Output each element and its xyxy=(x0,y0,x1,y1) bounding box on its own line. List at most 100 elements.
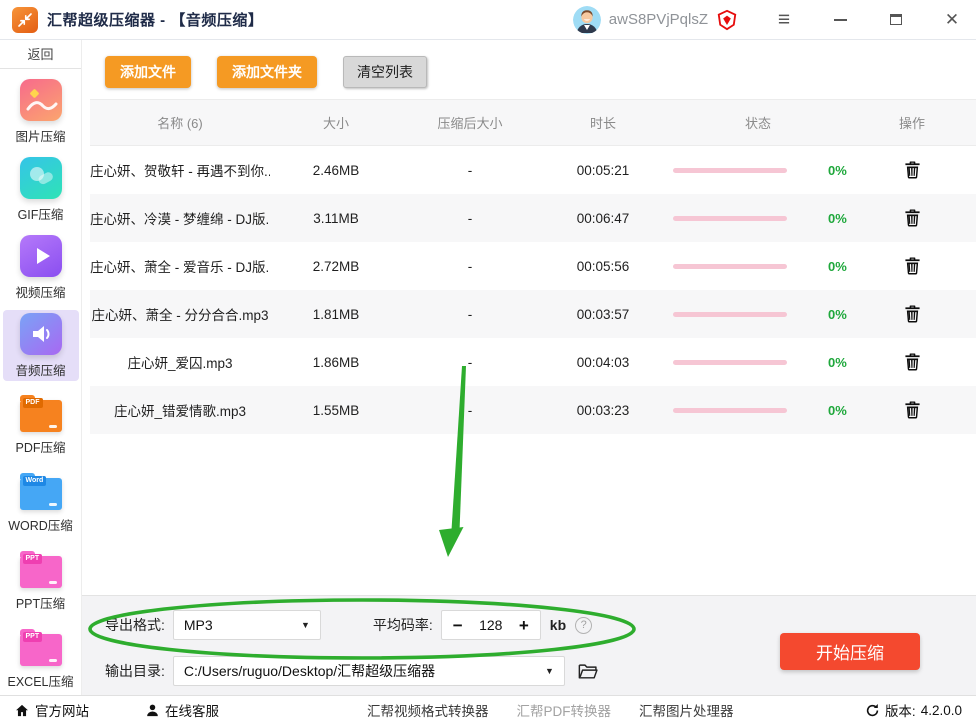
status-cell: 0% xyxy=(668,307,848,322)
image-processor-link[interactable]: 汇帮图片处理器 xyxy=(639,700,734,720)
sidebar-item-word-compress[interactable]: Word WORD压缩 xyxy=(3,466,79,537)
compressed-size: - xyxy=(467,162,473,178)
delete-button[interactable] xyxy=(904,400,921,420)
delete-button[interactable] xyxy=(904,160,921,180)
sidebar-item-video-compress[interactable]: 视频压缩 xyxy=(3,232,79,303)
sidebar-item-audio-compress[interactable]: 音频压缩 xyxy=(2,310,79,381)
file-size: 1.86MB xyxy=(312,354,360,370)
progress-bar xyxy=(673,311,787,317)
file-name: 庄心妍、萧全 - 爱音乐 - DJ版.... xyxy=(90,260,270,275)
trash-icon xyxy=(904,257,920,275)
maximize-button[interactable] xyxy=(886,10,906,30)
refresh-icon[interactable] xyxy=(865,703,880,718)
file-size: 2.72MB xyxy=(312,258,360,274)
table-row[interactable]: 庄心妍、贺敬轩 - 再遇不到你... 2.46MB - 00:05:21 0% xyxy=(90,146,976,194)
bitrate-plus-button[interactable]: + xyxy=(519,617,529,634)
clear-list-button[interactable]: 清空列表 xyxy=(343,56,427,88)
online-support-link[interactable]: 在线客服 xyxy=(145,700,219,720)
delete-button[interactable] xyxy=(904,352,921,372)
status-cell: 0% xyxy=(668,403,848,418)
col-header-compressed[interactable]: 压缩后大小 xyxy=(402,113,538,132)
export-format-select[interactable]: MP3 ▼ xyxy=(172,610,321,640)
progress-bar xyxy=(673,215,787,221)
output-dir-value: C:/Users/ruguo/Desktop/汇帮超级压缩器 xyxy=(183,663,436,679)
minimize-icon xyxy=(833,18,847,21)
progress-percent: 0% xyxy=(828,258,847,274)
output-dir-select[interactable]: C:/Users/ruguo/Desktop/汇帮超级压缩器 ▼ xyxy=(172,656,565,686)
table-row[interactable]: 庄心妍_爱囚.mp3 1.86MB - 00:04:03 0% xyxy=(90,338,976,386)
table-row[interactable]: 庄心妍、萧全 - 分分合合.mp3 1.81MB - 00:03:57 0% xyxy=(90,290,976,338)
user-avatar[interactable] xyxy=(572,5,601,34)
delete-button[interactable] xyxy=(904,208,921,228)
file-size: 1.81MB xyxy=(312,306,360,322)
bitrate-value[interactable]: 128 xyxy=(479,617,502,633)
compressed-size: - xyxy=(467,402,473,418)
status-cell: 0% xyxy=(668,163,848,178)
col-header-size[interactable]: 大小 xyxy=(270,113,402,132)
help-icon[interactable]: ? xyxy=(575,616,593,634)
file-table-body: 庄心妍、贺敬轩 - 再遇不到你... 2.46MB - 00:05:21 0% … xyxy=(90,146,976,434)
titlebar: 汇帮超级压缩器 - 【音频压缩】 awS8PVjPqlsZ ≡ ✕ xyxy=(0,0,976,40)
file-name: 庄心妍、贺敬轩 - 再遇不到你... xyxy=(90,164,270,179)
pdf-converter-link[interactable]: 汇帮PDF转换器 xyxy=(517,700,612,720)
sidebar-item-pdf-compress[interactable]: PDF PDF压缩 xyxy=(3,388,79,459)
file-duration: 00:06:47 xyxy=(576,210,630,226)
back-button[interactable]: 返回 xyxy=(0,40,81,69)
progress-percent: 0% xyxy=(828,306,847,322)
excel-folder-icon: PPT xyxy=(19,629,62,666)
video-compress-icon xyxy=(19,234,62,277)
table-row[interactable]: 庄心妍、萧全 - 爱音乐 - DJ版.... 2.72MB - 00:05:56… xyxy=(90,242,976,290)
col-header-status[interactable]: 状态 xyxy=(668,113,848,132)
action-cell xyxy=(848,256,976,276)
file-name: 庄心妍_爱囚.mp3 xyxy=(127,356,233,371)
file-size: 2.46MB xyxy=(312,162,360,178)
table-row[interactable]: 庄心妍、冷漠 - 梦缠绵 - DJ版.... 3.11MB - 00:06:47… xyxy=(90,194,976,242)
audio-compress-icon xyxy=(19,312,62,355)
delete-button[interactable] xyxy=(904,304,921,324)
bitrate-unit: kb xyxy=(549,617,567,633)
version-info: 版本: 4.2.0.0 xyxy=(865,700,962,720)
official-site-link[interactable]: 官方网站 xyxy=(14,700,89,720)
progress-percent: 0% xyxy=(828,402,847,418)
close-button[interactable]: ✕ xyxy=(942,10,962,30)
sidebar-item-excel-compress[interactable]: PPT EXCEL压缩 xyxy=(3,622,79,693)
file-name: 庄心妍_错爱情歌.mp3 xyxy=(113,404,247,419)
file-name: 庄心妍、冷漠 - 梦缠绵 - DJ版.... xyxy=(90,212,270,227)
progress-bar xyxy=(673,359,787,365)
vip-badge-icon[interactable] xyxy=(716,9,738,31)
browse-folder-button[interactable] xyxy=(577,661,599,681)
menu-button[interactable]: ≡ xyxy=(774,9,794,30)
app-window: 汇帮超级压缩器 - 【音频压缩】 awS8PVjPqlsZ ≡ ✕ 返回 图片压… xyxy=(0,0,976,724)
trash-icon xyxy=(904,209,920,227)
sidebar-item-ppt-compress[interactable]: PPT PPT压缩 xyxy=(3,544,79,615)
progress-bar xyxy=(673,263,787,269)
file-duration: 00:05:21 xyxy=(576,162,630,178)
bitrate-stepper: − 128 + xyxy=(440,610,541,640)
col-header-duration[interactable]: 时长 xyxy=(538,113,668,132)
sidebar-item-gif-compress[interactable]: GIF压缩 xyxy=(3,154,79,225)
action-cell xyxy=(848,304,976,324)
bitrate-minus-button[interactable]: − xyxy=(453,617,463,634)
sidebar-item-image-compress[interactable]: 图片压缩 xyxy=(3,76,79,147)
delete-button[interactable] xyxy=(904,256,921,276)
file-duration: 00:05:56 xyxy=(576,258,630,274)
file-table: 名称 (6) 大小 压缩后大小 时长 状态 操作 庄心妍、贺敬轩 - 再遇不到你… xyxy=(90,99,976,434)
trash-icon xyxy=(904,353,920,371)
output-dir-label: 输出目录: xyxy=(105,663,165,679)
gif-compress-icon xyxy=(19,156,62,199)
add-folder-button[interactable]: 添加文件夹 xyxy=(217,56,317,88)
start-compress-button[interactable]: 开始压缩 xyxy=(780,633,920,670)
trash-icon xyxy=(904,161,920,179)
progress-percent: 0% xyxy=(828,210,847,226)
minimize-button[interactable] xyxy=(830,10,850,30)
app-logo-icon xyxy=(12,6,38,33)
person-icon xyxy=(147,704,158,716)
file-duration: 00:04:03 xyxy=(576,354,630,370)
version-value: 4.2.0.0 xyxy=(920,702,962,718)
video-converter-link[interactable]: 汇帮视频格式转换器 xyxy=(367,700,489,720)
username[interactable]: awS8PVjPqlsZ xyxy=(609,11,708,28)
table-row[interactable]: 庄心妍_错爱情歌.mp3 1.55MB - 00:03:23 0% xyxy=(90,386,976,434)
col-header-name[interactable]: 名称 (6) xyxy=(90,113,270,132)
add-file-button[interactable]: 添加文件 xyxy=(105,56,191,88)
col-header-action[interactable]: 操作 xyxy=(848,113,976,132)
